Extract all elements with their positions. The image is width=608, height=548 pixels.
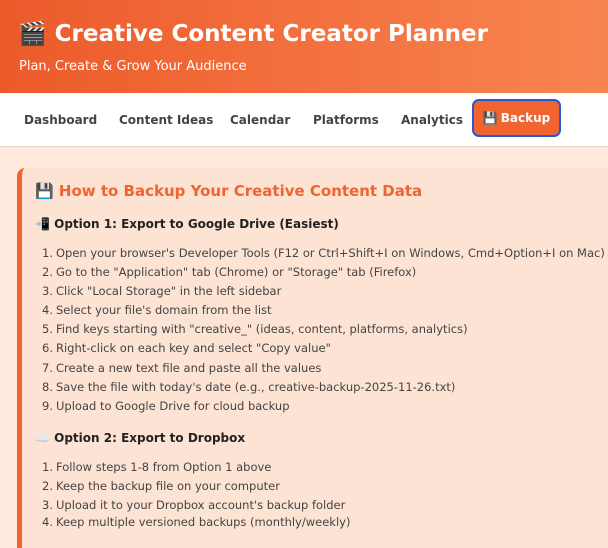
tab-backup-label: Backup — [500, 111, 551, 125]
list-item: 1. Follow steps 1-8 from Option 1 above — [42, 460, 272, 474]
option2-title: Option 2: Export to Dropbox — [54, 431, 246, 445]
list-item: 5. Find keys starting with "creative_" (i… — [42, 322, 468, 336]
mobile-arrow-icon: 📲 — [35, 217, 50, 231]
floppy-disk-icon: 💾 — [482, 111, 498, 125]
list-item: 9. Upload to Google Drive for cloud backu… — [42, 399, 290, 413]
list-item: 1. Open your browser's Developer Tools (F… — [42, 246, 605, 260]
section-title: 💾 How to Backup Your Creative Content Da… — [35, 182, 422, 200]
tab-dashboard[interactable]: Dashboard — [24, 93, 97, 147]
list-item: 6. Right-click on each key and select "Co… — [42, 341, 331, 355]
list-item: 8. Save the file with today's date (e.g.,… — [42, 380, 456, 394]
option1-title: Option 1: Export to Google Drive (Easies… — [54, 217, 339, 231]
tab-content-ideas[interactable]: Content Ideas — [119, 93, 213, 147]
tab-platforms[interactable]: Platforms — [313, 93, 379, 147]
floppy-disk-icon: 💾 — [35, 182, 54, 200]
list-item: 7. Create a new text file and paste all t… — [42, 361, 322, 375]
section-title-text: How to Backup Your Creative Content Data — [58, 182, 423, 200]
list-item: 3. Upload it to your Dropbox account's ba… — [42, 498, 346, 512]
tab-backup[interactable]: 💾 Backup — [472, 99, 561, 137]
app-title-text: Creative Content Creator Planner — [54, 21, 488, 47]
app-header: 🎬 Creative Content Creator Planner Plan,… — [0, 0, 608, 93]
cloud-icon: ☁️ — [35, 431, 50, 445]
list-item: 4. Select your file's domain from the lis… — [42, 303, 272, 317]
clapperboard-icon: 🎬 — [18, 21, 47, 47]
tab-analytics[interactable]: Analytics — [401, 93, 463, 147]
list-item: 2. Go to the "Application" tab (Chrome) o… — [42, 265, 417, 279]
list-item: 2. Keep the backup file on your computer — [42, 479, 280, 493]
app-title: 🎬 Creative Content Creator Planner — [18, 20, 488, 47]
option1-heading: 📲 Option 1: Export to Google Drive (Easi… — [35, 217, 339, 231]
list-item: 4. Keep multiple versioned backups (month… — [42, 515, 351, 529]
list-item: 3. Click "Local Storage" in the left side… — [42, 284, 282, 298]
app-subtitle: Plan, Create & Grow Your Audience — [19, 59, 247, 74]
option2-heading: ☁️ Option 2: Export to Dropbox — [35, 431, 245, 445]
tab-calendar[interactable]: Calendar — [230, 93, 290, 147]
